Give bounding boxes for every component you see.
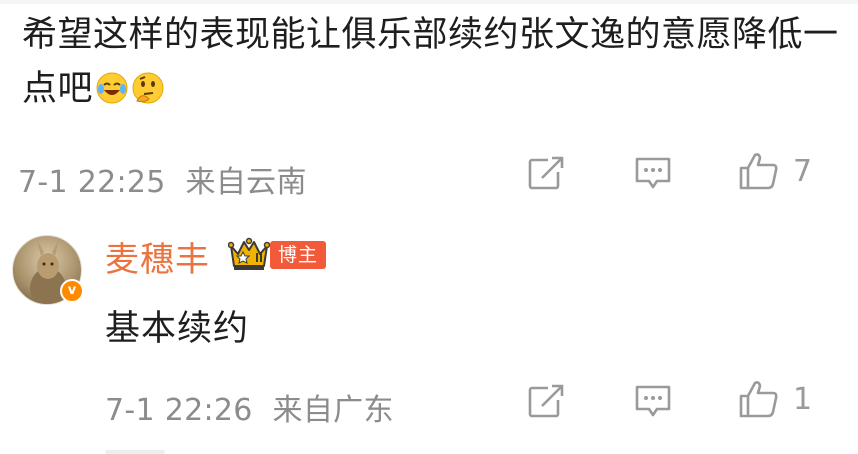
like-icon: [739, 381, 778, 418]
blogger-badge: 博主: [270, 241, 327, 269]
comment-icon: [635, 385, 671, 417]
comment-like-count: 7: [793, 153, 813, 189]
comment-text: 希望这样的表现能让俱乐部续约张文逸的意愿降低一点吧: [22, 8, 842, 116]
comment-reply-button[interactable]: [633, 154, 673, 192]
reply-like-count: 1: [793, 381, 813, 417]
comment-location: 来自云南: [185, 165, 307, 200]
reply-text: 基本续约: [105, 309, 250, 349]
reply-meta: 7-1 22:26 来自广东: [105, 385, 394, 429]
comment-meta: 7-1 22:25 来自云南: [18, 157, 307, 201]
share-icon: [528, 156, 564, 190]
reply-like-button[interactable]: 1: [737, 378, 812, 420]
share-icon: [528, 384, 564, 418]
top-divider: [0, 0, 858, 4]
bottom-divider: [105, 450, 165, 454]
reply-username[interactable]: 麦穗丰: [105, 232, 210, 281]
crown-icon: [228, 237, 270, 270]
comment-like-button[interactable]: 7: [737, 150, 812, 192]
reply-timestamp: 7-1 22:26: [105, 393, 253, 428]
avatar[interactable]: v: [12, 235, 84, 305]
verified-icon: v: [60, 279, 84, 303]
reply-share-button[interactable]: [526, 382, 566, 420]
reply-location: 来自广东: [272, 393, 394, 428]
comment-timestamp: 7-1 22:25: [18, 165, 166, 200]
reply-reply-button[interactable]: [633, 382, 673, 420]
laughing-crying-emoji-icon: [95, 67, 129, 104]
comment-share-button[interactable]: [526, 154, 566, 192]
comment-icon: [635, 157, 671, 189]
thinking-emoji-icon: [131, 67, 165, 104]
like-icon: [739, 153, 778, 190]
